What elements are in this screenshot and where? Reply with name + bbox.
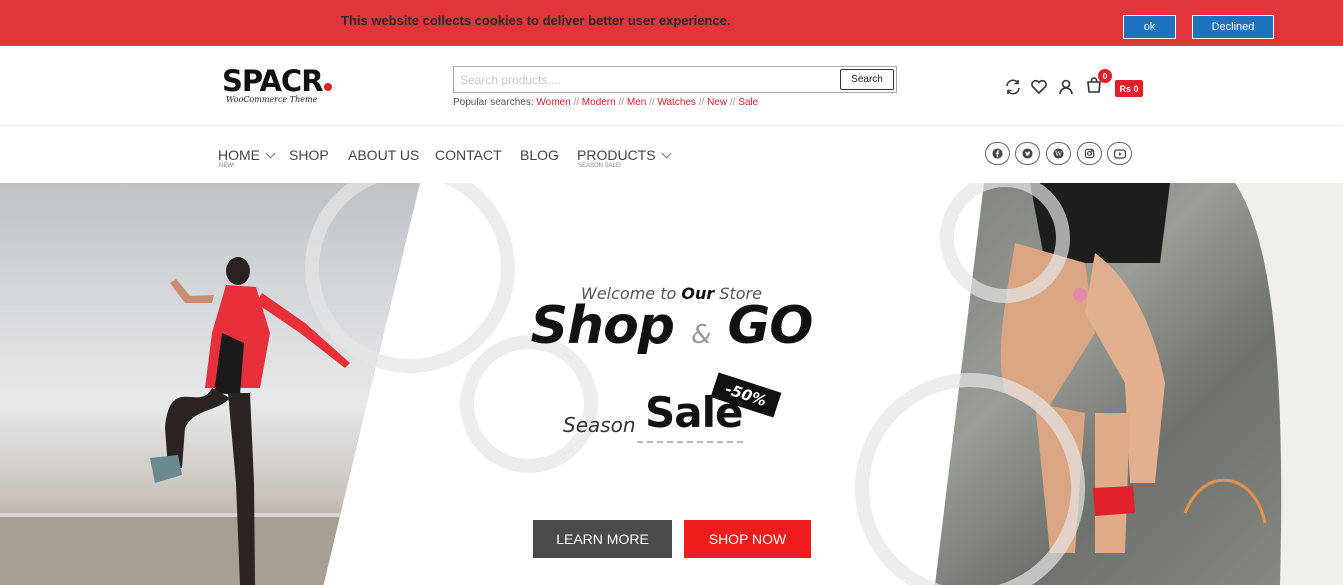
nav-item-about-us[interactable]: ABOUT US (348, 147, 419, 163)
popular-separator: // (615, 97, 627, 108)
popular-separator: // (695, 97, 708, 108)
popular-separator: // (646, 97, 658, 108)
shop-now-button[interactable]: SHOP NOW (684, 520, 811, 558)
popular-link-women[interactable]: Women (536, 97, 570, 108)
logo-tagline: WooCommerce Theme (226, 95, 318, 104)
cookie-declined-button[interactable]: Declined (1192, 15, 1274, 39)
nav-item-contact[interactable]: CONTACT (435, 147, 502, 163)
nav-item-home[interactable]: HOME (218, 147, 276, 163)
instagram-icon[interactable] (1077, 142, 1102, 165)
nav-home-sub: NEW! (219, 163, 235, 169)
cookie-bar: This website collects cookies to deliver… (0, 0, 1343, 46)
header-divider (0, 125, 1343, 126)
season-label: Season (563, 413, 636, 437)
search-button[interactable]: Search (840, 69, 894, 90)
popular-link-new[interactable]: New (707, 97, 727, 108)
logo-dot (323, 83, 332, 91)
search-input[interactable]: Search products.... (460, 73, 561, 87)
popular-link-sale[interactable]: Sale (738, 97, 758, 108)
svg-text:W: W (1055, 150, 1063, 158)
nav-item-products[interactable]: PRODUCTS (577, 147, 672, 163)
learn-more-button[interactable]: LEARN MORE (533, 520, 672, 558)
logo-text: SPACR (222, 64, 324, 98)
heart-icon[interactable] (1030, 78, 1048, 96)
popular-label: Popular searches: (453, 97, 537, 108)
title-ampersand: & (691, 320, 711, 350)
title-shop: Shop (530, 296, 675, 356)
search-box: Search products.... Search (453, 66, 897, 93)
cart-count-badge: 0 (1098, 69, 1112, 83)
nav-products-sub: SEASON SALE! (578, 163, 622, 169)
wordpress-icon[interactable]: W (1046, 142, 1071, 165)
nav-item-blog[interactable]: BLOG (520, 147, 559, 163)
nav-item-shop[interactable]: SHOP (289, 147, 329, 163)
user-icon[interactable] (1057, 78, 1075, 96)
site-logo[interactable]: SPACR WooCommerce Theme (222, 66, 332, 104)
page: This website collects cookies to deliver… (0, 0, 1343, 585)
title-go: GO (727, 296, 814, 356)
facebook-icon[interactable] (985, 142, 1010, 165)
cookie-ok-button[interactable]: ok (1123, 15, 1176, 39)
chevron-down-icon (661, 148, 672, 159)
youtube-icon[interactable] (1107, 142, 1132, 165)
hero-banner: Welcome to Our Store Shop & GO Season Sa… (0, 183, 1343, 585)
popular-separator: // (727, 97, 739, 108)
cookie-message: This website collects cookies to deliver… (341, 13, 731, 28)
refresh-icon[interactable] (1004, 78, 1022, 96)
popular-link-men[interactable]: Men (627, 97, 646, 108)
popular-separator: // (570, 97, 582, 108)
popular-link-modern[interactable]: Modern (582, 97, 616, 108)
nav-products-label: PRODUCTS (577, 147, 656, 163)
twitter-icon[interactable] (1015, 142, 1040, 165)
dashed-underline (637, 441, 743, 443)
popular-link-watches[interactable]: Watches (657, 97, 696, 108)
cart-total[interactable]: Rs 0 (1115, 80, 1143, 97)
chevron-down-icon (265, 148, 276, 159)
hero-title: Shop & GO (0, 296, 1343, 356)
nav-home-label: HOME (218, 147, 260, 163)
popular-searches: Popular searches: Women // Modern // Men… (453, 97, 758, 108)
